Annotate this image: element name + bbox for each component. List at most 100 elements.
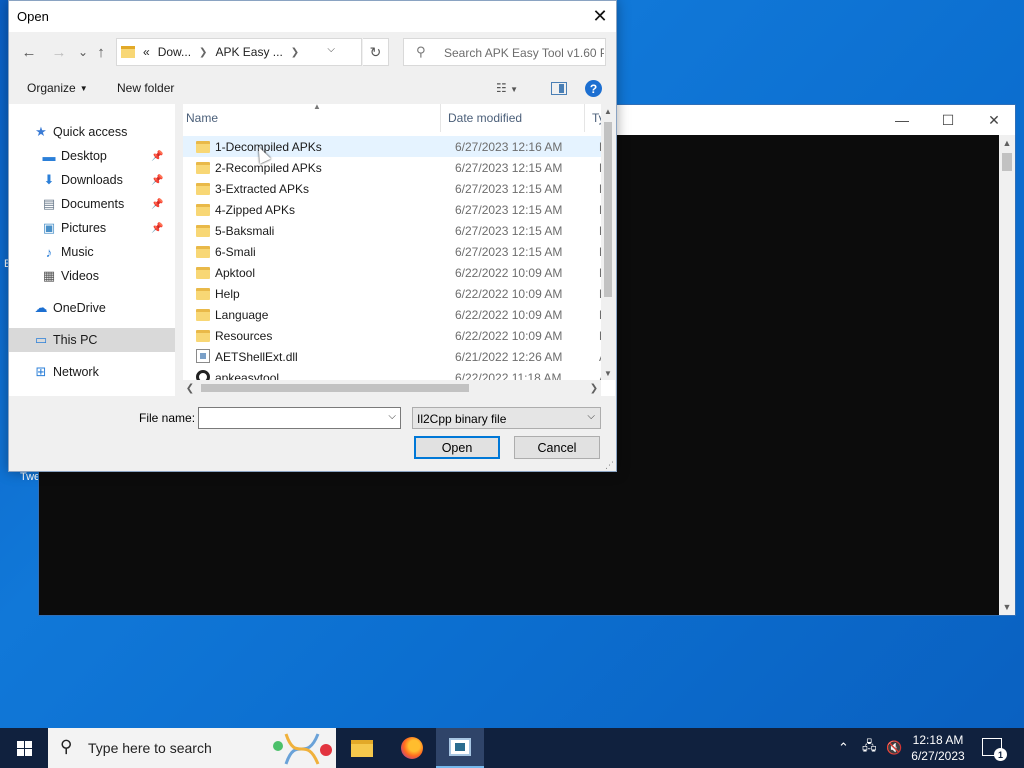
scroll-thumb[interactable] [201,384,469,392]
column-divider[interactable] [584,104,585,132]
file-name: apkeasytool [215,371,280,380]
chevron-down-icon[interactable]: ⌵ [388,411,396,422]
file-name: 5-Baksmali [215,224,275,238]
forward-arrow-icon[interactable]: → [47,41,71,63]
scroll-left-arrow-icon[interactable]: ❮ [183,380,197,396]
sidebar-item-label: This PC [53,333,98,347]
navigation-pane: ★ Quick access ▬ Desktop 📌 ⬇ Downloads 📌 ▤ Docume… [9,104,175,396]
organize-label: Organize [27,81,76,95]
preview-pane-icon[interactable] [551,82,567,95]
file-type-select[interactable]: Il2Cpp binary file ⌵ [412,407,601,429]
network-status-icon[interactable]: 🖧 [862,728,877,768]
sidebar-item-downloads[interactable]: ⬇ Downloads 📌 [9,168,175,192]
taskbar: ⚲ Type here to search ⌃ 🖧 🔇 12:18 AM 6/2… [0,728,1024,768]
windows-logo-icon [16,740,32,756]
pin-icon[interactable]: 📌 [151,223,163,234]
view-options-icon[interactable]: ☷ ▼ [496,81,518,95]
minimize-button[interactable]: — [879,105,925,135]
file-row[interactable]: Resources6/22/2022 10:09 AMFi [183,325,601,346]
dialog-close-button[interactable]: ✕ [584,1,616,32]
column-divider[interactable] [440,104,441,132]
file-row[interactable]: 5-Baksmali6/27/2023 12:15 AMFi [183,220,601,241]
sidebar-item-onedrive[interactable]: ☁ OneDrive [9,296,175,320]
taskbar-file-explorer[interactable] [338,728,386,768]
pin-icon[interactable]: 📌 [151,199,163,210]
sidebar-item-quick-access[interactable]: ★ Quick access [9,120,175,144]
sidebar-item-music[interactable]: ♪ Music [9,240,175,264]
action-center-icon[interactable]: 1 [982,738,1007,761]
refresh-button[interactable]: ↻ [363,38,389,66]
console-app-icon [449,738,471,756]
taskbar-firefox[interactable] [388,728,436,768]
breadcrumb-apk-easy-tool[interactable]: APK Easy ... [215,45,282,59]
chevron-right-icon[interactable]: ❯ [291,47,299,58]
file-row[interactable]: 1-Decompiled APKs6/27/2023 12:16 AMFi [183,136,601,157]
file-name: AETShellExt.dll [215,350,298,364]
breadcrumb-downloads[interactable]: Dow... [158,45,191,59]
new-folder-button[interactable]: New folder [117,81,174,95]
pin-icon[interactable]: 📌 [151,151,163,162]
downloads-icon: ⬇ [43,172,55,187]
console-scrollbar[interactable]: ▲ ▼ [999,135,1015,615]
scroll-down-arrow-icon[interactable]: ▼ [601,366,615,380]
file-row[interactable]: Help6/22/2022 10:09 AMFi [183,283,601,304]
up-arrow-icon[interactable]: ↑ [89,41,113,63]
scroll-thumb[interactable] [604,122,612,297]
file-date-modified: 6/22/2022 10:09 AM [455,329,563,343]
address-dropdown-icon[interactable]: ⌵ [327,44,335,55]
organize-menu[interactable]: Organize ▼ [27,81,88,95]
file-row[interactable]: 3-Extracted APKs6/27/2023 12:15 AMFi [183,178,601,199]
file-row[interactable]: Apktool6/22/2022 10:09 AMFi [183,262,601,283]
music-icon: ♪ [45,244,53,260]
chevron-right-icon[interactable]: ❯ [199,47,207,58]
file-date-modified: 6/27/2023 12:16 AM [455,140,563,154]
taskbar-search-box[interactable]: ⚲ Type here to search [48,728,336,768]
file-list-hscroll[interactable]: ❮ ❯ [183,380,601,396]
breadcrumb-prefix[interactable]: « [143,45,150,59]
close-button[interactable]: ✕ [971,105,1017,135]
pin-icon[interactable]: 📌 [151,175,163,186]
folder-icon [196,204,210,216]
back-arrow-icon[interactable]: ← [17,41,41,63]
sidebar-item-videos[interactable]: ▦ Videos [9,264,175,288]
column-date-modified[interactable]: Date modified [448,111,522,125]
system-clock[interactable]: 12:18 AM 6/27/2023 [900,732,976,764]
maximize-button[interactable]: ☐ [925,105,971,135]
sidebar-item-network[interactable]: ⊞ Network [9,360,175,384]
scroll-thumb[interactable] [1002,153,1012,171]
file-row[interactable]: apkeasytool6/22/2022 11:18 AMAp [183,367,601,380]
file-name-input[interactable]: ⌵ [198,407,401,429]
file-row[interactable]: 6-Smali6/27/2023 12:15 AMFi [183,241,601,262]
cancel-button[interactable]: Cancel [514,436,600,459]
sidebar-item-label: Quick access [53,125,128,139]
scroll-up-arrow-icon[interactable]: ▲ [601,104,615,118]
file-date-modified: 6/27/2023 12:15 AM [455,182,563,196]
scroll-right-arrow-icon[interactable]: ❯ [587,380,601,396]
folder-icon [121,46,135,58]
column-name[interactable]: Name [186,111,218,125]
address-bar[interactable]: « Dow... ❯ APK Easy ... ❯ ⌵ [116,38,362,66]
sidebar-item-desktop[interactable]: ▬ Desktop 📌 [9,144,175,168]
taskbar-console-app[interactable] [436,728,484,768]
show-hidden-icons-icon[interactable]: ⌃ [838,728,849,768]
resize-grip-icon[interactable]: ⋰ [605,460,614,471]
file-date-modified: 6/22/2022 10:09 AM [455,287,563,301]
scroll-up-arrow-icon[interactable]: ▲ [999,135,1015,151]
sidebar-item-documents[interactable]: ▤ Documents 📌 [9,192,175,216]
file-row[interactable]: 2-Recompiled APKs6/27/2023 12:15 AMFi [183,157,601,178]
file-row[interactable]: Language6/22/2022 10:09 AMFi [183,304,601,325]
help-icon[interactable]: ? [585,80,602,97]
start-button[interactable] [0,728,48,768]
sidebar-item-pictures[interactable]: ▣ Pictures 📌 [9,216,175,240]
search-box[interactable]: ⚲ Search APK Easy Tool v1.60 P... [403,38,606,66]
dialog-titlebar[interactable]: Open ✕ [9,1,616,32]
open-button[interactable]: Open [414,436,500,459]
file-row[interactable]: AETShellExt.dll6/21/2022 12:26 AMAp [183,346,601,367]
file-row[interactable]: 4-Zipped APKs6/27/2023 12:15 AMFi [183,199,601,220]
sidebar-item-this-pc[interactable]: ▭ This PC [9,328,175,352]
file-date-modified: 6/27/2023 12:15 AM [455,224,563,238]
scroll-down-arrow-icon[interactable]: ▼ [999,599,1015,615]
command-bar: Organize ▼ New folder ☷ ▼ ? [9,72,616,104]
file-list-vscroll[interactable]: ▲ ▼ [601,104,615,380]
clock-date: 6/27/2023 [911,749,965,763]
